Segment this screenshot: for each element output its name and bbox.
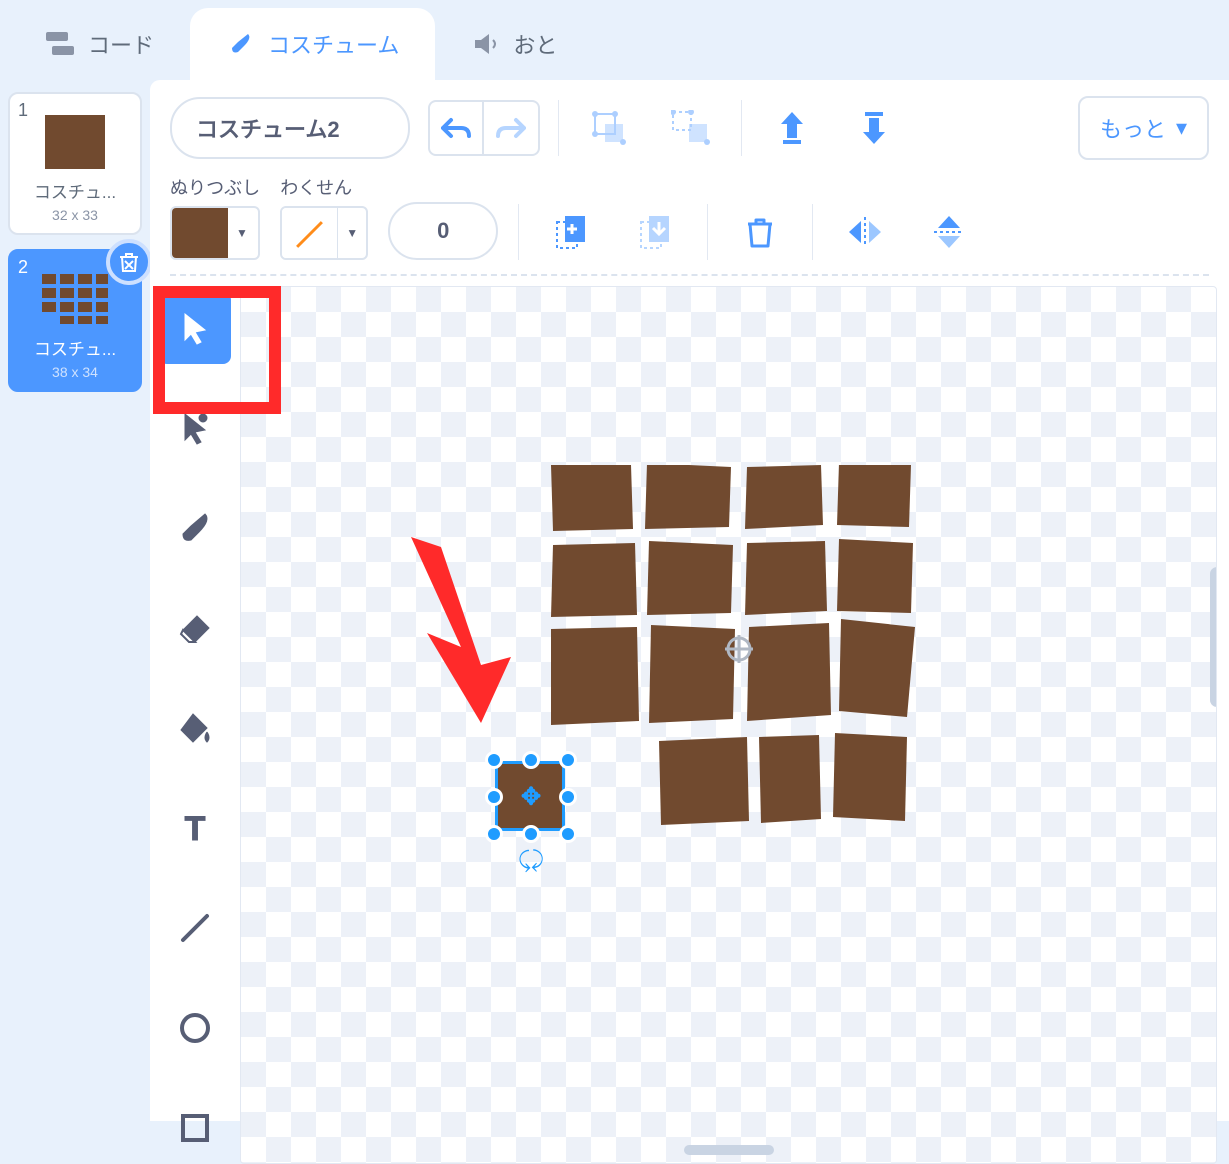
scrollbar-vertical[interactable]	[1210, 567, 1217, 707]
flip-horizontal-button[interactable]	[833, 204, 897, 260]
outline-width-input[interactable]	[388, 202, 498, 260]
chevron-down-icon: ▼	[338, 208, 366, 258]
tool-eraser[interactable]	[159, 592, 231, 664]
thumb-index: 1	[18, 100, 28, 121]
group-icon	[591, 110, 627, 146]
move-icon: ✥	[521, 783, 541, 812]
tool-rectangle[interactable]	[159, 1092, 231, 1164]
backward-button[interactable]	[842, 100, 906, 156]
flip-horizontal-icon	[845, 217, 885, 247]
code-blocks-icon	[46, 30, 74, 58]
costume-name-input[interactable]	[170, 97, 410, 159]
trash-icon	[118, 251, 140, 273]
rectangle-icon	[177, 1110, 213, 1146]
delete-button[interactable]	[728, 204, 792, 260]
undo-icon	[441, 116, 471, 140]
more-button[interactable]: もっと ▾	[1078, 96, 1209, 160]
outline-swatch	[282, 208, 338, 258]
outline-label: わくせん	[280, 174, 368, 200]
line-icon	[177, 910, 213, 946]
tab-code[interactable]: コード	[10, 8, 190, 80]
canvas[interactable]: ✥ ⤹⤸	[240, 286, 1217, 1164]
costume-thumb-2[interactable]: 2 コスチュ... 38 x 34	[8, 249, 142, 392]
reshape-icon	[177, 410, 213, 446]
fill-color-picker[interactable]: ▼	[170, 206, 260, 260]
resize-handle[interactable]	[559, 751, 577, 769]
svg-text:T: T	[185, 810, 206, 846]
tab-code-label: コード	[88, 28, 154, 60]
thumb-dims: 32 x 33	[16, 207, 134, 223]
tab-costumes[interactable]: コスチューム	[190, 8, 435, 80]
chevron-down-icon: ▾	[1176, 115, 1187, 141]
text-icon: T	[177, 810, 213, 846]
fill-icon	[177, 710, 213, 746]
circle-icon	[177, 1010, 213, 1046]
tab-sounds[interactable]: おと	[435, 8, 593, 80]
resize-handle[interactable]	[485, 825, 503, 843]
thumb-name: コスチュ...	[16, 178, 134, 203]
paint-editor: もっと ▾ ぬりつぶし ▼ わくせん ▼	[150, 80, 1229, 1121]
rotate-handle[interactable]: ⤹⤸	[518, 847, 544, 873]
thumb-preview	[40, 269, 110, 329]
tool-select[interactable]	[159, 292, 231, 364]
paste-button[interactable]	[623, 204, 687, 260]
copy-button[interactable]	[539, 204, 603, 260]
resize-handle[interactable]	[522, 825, 540, 843]
undo-button[interactable]	[428, 100, 484, 156]
resize-handle[interactable]	[559, 788, 577, 806]
redo-icon	[496, 116, 526, 140]
tool-reshape[interactable]	[159, 392, 231, 464]
trash-icon	[746, 216, 774, 248]
eraser-icon	[177, 610, 213, 646]
speaker-icon	[471, 30, 499, 58]
chevron-down-icon: ▼	[228, 208, 256, 258]
redo-button[interactable]	[484, 100, 540, 156]
tool-brush[interactable]	[159, 492, 231, 564]
fill-swatch	[172, 208, 228, 258]
ungroup-icon	[671, 110, 711, 146]
resize-handle[interactable]	[522, 751, 540, 769]
paste-icon	[639, 214, 671, 250]
ungroup-button[interactable]	[659, 100, 723, 156]
forward-button[interactable]	[760, 100, 824, 156]
scrollbar-horizontal[interactable]	[684, 1145, 774, 1155]
tool-text[interactable]: T	[159, 792, 231, 864]
more-label: もっと	[1100, 112, 1166, 144]
tool-line[interactable]	[159, 892, 231, 964]
fill-label: ぬりつぶし	[170, 174, 260, 200]
thumb-preview	[40, 112, 110, 172]
costume-list: 1 コスチュ... 32 x 33 2 コスチュ... 38 x 34	[0, 80, 150, 1121]
flip-vertical-button[interactable]	[917, 204, 981, 260]
delete-costume-button[interactable]	[106, 239, 152, 285]
select-icon	[177, 310, 213, 346]
costume-thumb-1[interactable]: 1 コスチュ... 32 x 33	[8, 92, 142, 235]
selected-shape[interactable]: ✥ ⤹⤸	[481, 747, 581, 847]
thumb-index: 2	[18, 257, 28, 278]
tab-sounds-label: おと	[513, 28, 557, 60]
tab-costumes-label: コスチューム	[268, 28, 399, 60]
resize-handle[interactable]	[485, 788, 503, 806]
group-button[interactable]	[577, 100, 641, 156]
outline-color-picker[interactable]: ▼	[280, 206, 368, 260]
resize-handle[interactable]	[559, 825, 577, 843]
resize-handle[interactable]	[485, 751, 503, 769]
forward-icon	[777, 110, 807, 146]
tool-fill[interactable]	[159, 692, 231, 764]
backward-icon	[859, 110, 889, 146]
duplicate-icon	[555, 214, 587, 250]
canvas-center-icon	[725, 635, 753, 663]
thumb-name: コスチュ...	[16, 335, 134, 360]
editor-tabs: コード コスチューム おと	[0, 0, 1229, 80]
brush-icon	[226, 30, 254, 58]
annotation-arrow	[391, 527, 531, 727]
thumb-dims: 38 x 34	[16, 364, 134, 380]
brush-icon	[177, 510, 213, 546]
tool-circle[interactable]	[159, 992, 231, 1064]
tool-palette: T	[150, 276, 240, 1164]
flip-vertical-icon	[934, 212, 964, 252]
